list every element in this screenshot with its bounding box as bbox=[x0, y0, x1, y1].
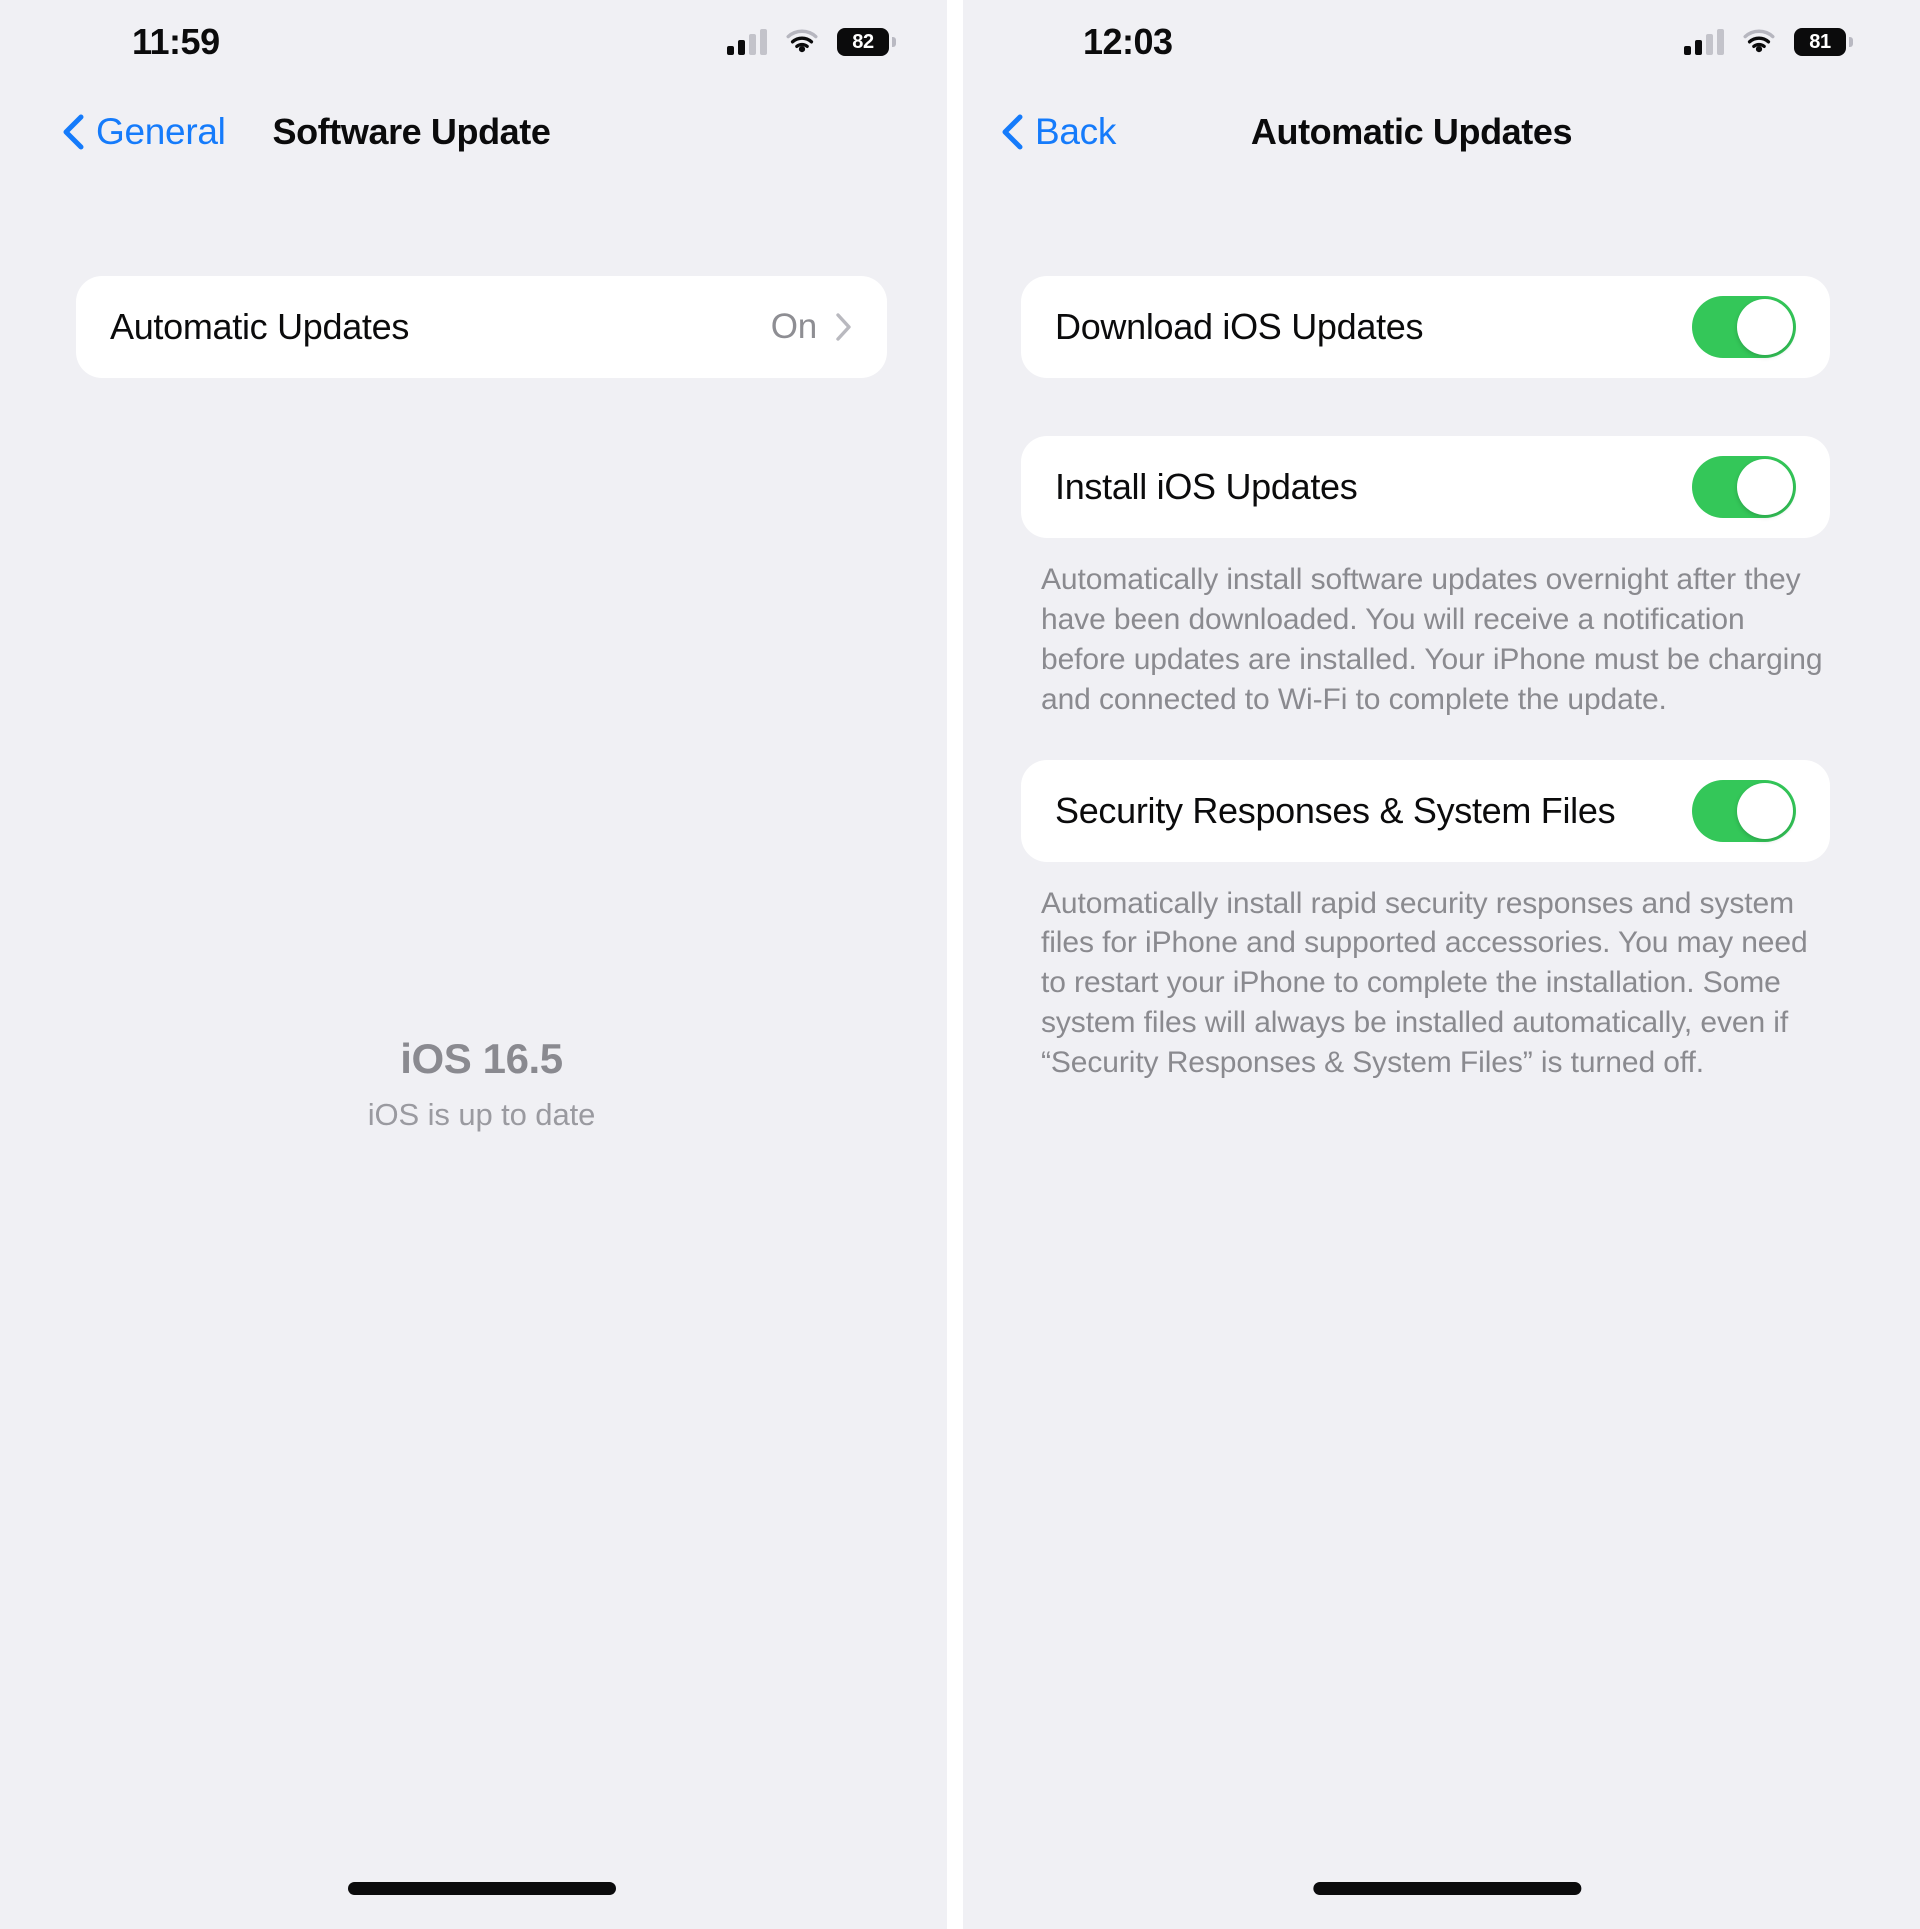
toggle-download-ios-updates[interactable] bbox=[1692, 296, 1796, 358]
row-download-ios-updates: Download iOS Updates bbox=[1021, 276, 1830, 378]
footnote-install-updates: Automatically install software updates o… bbox=[1041, 563, 1823, 716]
battery-icon: 81 bbox=[1794, 28, 1853, 56]
toggle-install-ios-updates[interactable] bbox=[1692, 456, 1796, 518]
panel-divider bbox=[947, 0, 963, 1929]
toggle-knob bbox=[1737, 299, 1793, 355]
dual-screenshot-container: 11:59 82 General Software Update Automat… bbox=[0, 0, 1920, 1929]
chevron-left-icon bbox=[1002, 114, 1023, 150]
status-bar-time: 12:03 bbox=[1083, 21, 1173, 62]
automatic-updates-screen: 12:03 81 Back Automatic Updates Download… bbox=[963, 0, 1920, 1929]
cellular-signal-icon bbox=[1684, 29, 1724, 55]
row-accessory: On bbox=[771, 307, 853, 347]
back-button[interactable]: Back bbox=[1001, 111, 1116, 153]
software-update-screen: 11:59 82 General Software Update Automat… bbox=[0, 0, 963, 1929]
settings-group-install-updates: Install iOS Updates bbox=[1021, 436, 1830, 538]
status-bar: 12:03 81 bbox=[963, 0, 1920, 84]
wifi-icon bbox=[786, 29, 818, 53]
cellular-signal-icon bbox=[727, 29, 767, 55]
settings-group-download-updates: Download iOS Updates bbox=[1021, 276, 1830, 378]
back-button-label: Back bbox=[1035, 111, 1117, 152]
toggle-security-responses-system-files[interactable] bbox=[1692, 779, 1796, 842]
navigation-bar: Back Automatic Updates bbox=[963, 84, 1920, 180]
home-indicator bbox=[1312, 1882, 1581, 1895]
row-label: Install iOS Updates bbox=[1055, 466, 1358, 507]
wifi-icon bbox=[1743, 29, 1775, 53]
status-bar-icons: 82 bbox=[727, 28, 896, 56]
home-indicator bbox=[347, 1882, 616, 1895]
chevron-right-icon bbox=[836, 313, 851, 341]
row-security-responses-system-files: Security Responses & System Files bbox=[1021, 760, 1830, 862]
settings-content: Automatic Updates On bbox=[0, 276, 963, 378]
chevron-left-icon bbox=[63, 114, 84, 150]
ios-version-label: iOS 16.5 bbox=[400, 1035, 563, 1082]
back-button-general[interactable]: General bbox=[62, 111, 226, 153]
toggle-knob bbox=[1737, 782, 1793, 839]
back-button-label: General bbox=[96, 111, 226, 152]
row-label: Security Responses & System Files bbox=[1055, 789, 1616, 831]
navigation-bar: General Software Update bbox=[0, 84, 963, 180]
row-label: Automatic Updates bbox=[110, 306, 410, 347]
status-bar-icons: 81 bbox=[1684, 28, 1853, 56]
status-bar-time: 11:59 bbox=[132, 21, 220, 62]
toggle-knob bbox=[1737, 459, 1793, 515]
battery-icon: 82 bbox=[837, 28, 896, 56]
status-bar: 11:59 82 bbox=[0, 0, 963, 84]
settings-group-security-responses: Security Responses & System Files bbox=[1021, 759, 1830, 862]
settings-group-automatic-updates: Automatic Updates On bbox=[76, 276, 887, 378]
battery-level-label: 82 bbox=[852, 31, 874, 53]
row-value: On bbox=[770, 307, 817, 346]
row-label: Download iOS Updates bbox=[1055, 306, 1424, 347]
footnote-security-responses: Automatically install rapid security res… bbox=[1041, 886, 1808, 1080]
row-install-ios-updates: Install iOS Updates bbox=[1021, 436, 1830, 538]
row-automatic-updates[interactable]: Automatic Updates On bbox=[76, 276, 887, 378]
settings-content: Download iOS Updates Install iOS Updates… bbox=[963, 276, 1920, 1083]
ios-update-status-label: iOS is up to date bbox=[367, 1097, 596, 1132]
version-status-block: iOS 16.5 iOS is up to date bbox=[0, 1035, 963, 1133]
battery-level-label: 81 bbox=[1809, 31, 1831, 53]
